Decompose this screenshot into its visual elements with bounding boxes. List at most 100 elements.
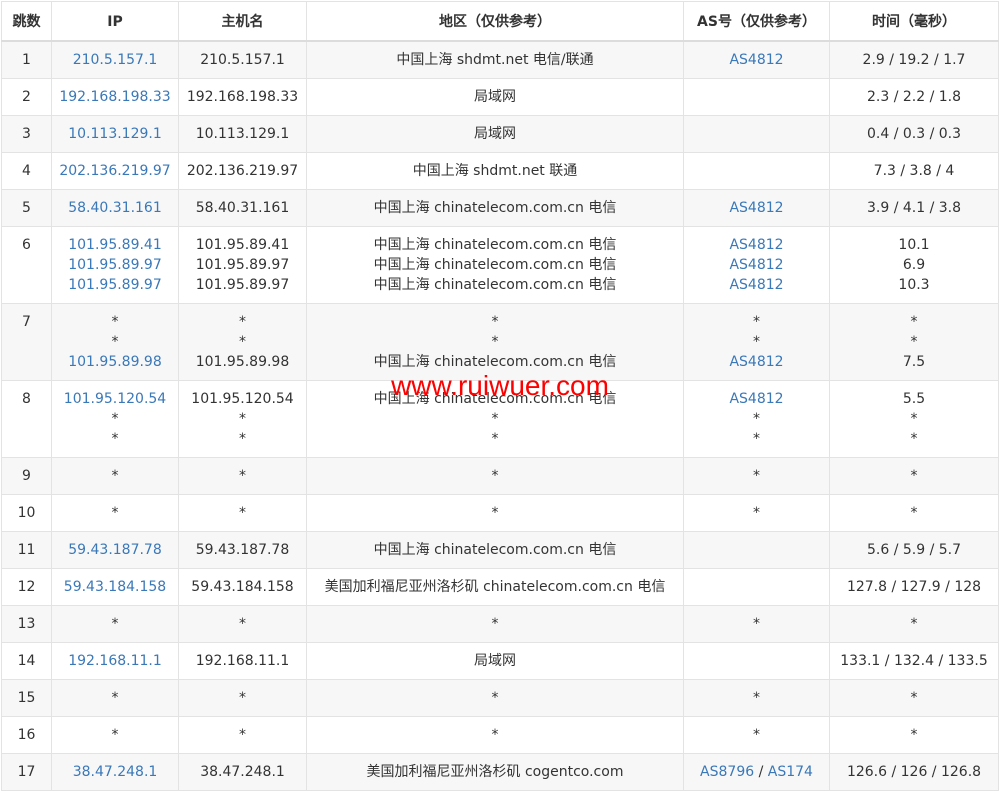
hostname-text: 101.95.120.54 — [191, 391, 294, 407]
as-line: AS4812 — [686, 389, 827, 409]
time-text: 126.6 / 126 / 126.8 — [846, 764, 982, 780]
hop-cell: 4 — [1, 152, 52, 190]
hostname-cell: 10.113.129.1 — [178, 115, 307, 153]
ip-timeout: * — [111, 616, 119, 632]
as-cell — [683, 568, 830, 606]
ip-link[interactable]: 58.40.31.161 — [54, 198, 176, 218]
table-header-row: 跳数 IP 主机名 地区（仅供参考） AS号（仅供参考） 时间（毫秒） — [1, 1, 999, 42]
as-line — [686, 87, 827, 107]
region-text: * — [491, 690, 499, 706]
region-text: 中国上海 chinatelecom.com.cn 电信 — [373, 237, 617, 253]
ip-link[interactable]: 101.95.120.54 — [54, 389, 176, 409]
ip-link[interactable]: 59.43.184.158 — [54, 577, 176, 597]
ip-link[interactable]: 202.136.219.97 — [54, 161, 176, 181]
hop-cell: 10 — [1, 494, 52, 532]
table-row: 13 * * * * * — [1, 605, 999, 643]
ip-timeout: * — [111, 727, 119, 743]
time-cell: 127.8 / 127.9 / 128 — [829, 568, 999, 606]
time-text: 10.3 — [898, 277, 930, 293]
hostname-cell: * — [178, 494, 307, 532]
table-row: 7 * * 101.95.89.98 * * 101.95.89.98 * * 中国上海 chin… — [1, 303, 999, 381]
time-text: * — [910, 616, 918, 632]
region-cell: * — [306, 494, 684, 532]
time-text: * — [910, 468, 918, 484]
as-link[interactable]: AS4812 — [729, 52, 783, 68]
hop-number: 12 — [17, 579, 36, 595]
as-link[interactable]: AS4812 — [729, 391, 783, 407]
hostname-cell: 59.43.187.78 — [178, 531, 307, 569]
region-text: 美国加利福尼亚州洛杉矶 chinatelecom.com.cn 电信 — [324, 579, 666, 595]
ip-link[interactable]: 192.168.11.1 — [54, 651, 176, 671]
ip-link[interactable]: 192.168.198.33 — [54, 87, 176, 107]
time-text: 2.3 / 2.2 / 1.8 — [866, 89, 962, 105]
hop-cell: 9 — [1, 457, 52, 495]
ip-cell: * — [51, 494, 179, 532]
ip-timeout: * — [111, 468, 119, 484]
time-text: 133.1 / 132.4 / 133.5 — [840, 653, 988, 669]
ip-cell: 202.136.219.97 — [51, 152, 179, 190]
ip-cell: 192.168.198.33 — [51, 78, 179, 116]
table-row: 11 59.43.187.78 59.43.187.78 中国上海 chinatele… — [1, 531, 999, 569]
as-line: * — [686, 332, 827, 352]
as-line: AS4812 — [686, 255, 827, 275]
as-link[interactable]: AS4812 — [729, 257, 783, 273]
hop-cell: 1 — [1, 40, 52, 79]
ip-link[interactable]: 101.95.89.97 — [54, 275, 176, 295]
ip-cell: 192.168.11.1 — [51, 642, 179, 680]
ip-link[interactable]: 101.95.89.98 — [54, 352, 176, 372]
hop-number: 1 — [22, 52, 31, 68]
as-cell — [683, 531, 830, 569]
region-text: 中国上海 chinatelecom.com.cn 电信 — [373, 200, 617, 216]
region-text: * — [491, 431, 499, 447]
as-line: * — [686, 409, 827, 429]
region-text: * — [491, 468, 499, 484]
hostname-text: 58.40.31.161 — [195, 200, 290, 216]
hostname-text: * — [239, 411, 246, 427]
hostname-text: * — [239, 690, 246, 706]
ip-link[interactable]: 38.47.248.1 — [54, 762, 176, 782]
as-line: * — [686, 312, 827, 332]
region-text: 中国上海 chinatelecom.com.cn 电信 — [373, 257, 617, 273]
as-link[interactable]: AS174 — [768, 764, 813, 780]
hop-cell: 13 — [1, 605, 52, 643]
hostname-cell: 210.5.157.1 — [178, 40, 307, 79]
hop-cell: 7 — [1, 303, 52, 381]
ip-link[interactable]: 210.5.157.1 — [54, 50, 176, 70]
hostname-cell: * — [178, 605, 307, 643]
time-cell: * — [829, 716, 999, 754]
as-line — [686, 161, 827, 181]
as-line: * — [686, 429, 827, 449]
traceroute-table: 跳数 IP 主机名 地区（仅供参考） AS号（仅供参考） 时间（毫秒） 1 210… — [1, 1, 999, 791]
region-cell: 局域网 — [306, 642, 684, 680]
as-link[interactable]: AS4812 — [729, 277, 783, 293]
ip-link[interactable]: 101.95.89.97 — [54, 255, 176, 275]
hostname-text: 38.47.248.1 — [200, 764, 285, 780]
hostname-text: 10.113.129.1 — [195, 126, 290, 142]
as-link[interactable]: AS4812 — [729, 354, 783, 370]
as-cell — [683, 152, 830, 190]
ip-link[interactable]: 59.43.187.78 — [54, 540, 176, 560]
as-cell: AS4812 — [683, 40, 830, 79]
as-cell: * — [683, 716, 830, 754]
region-cell: * * 中国上海 chinatelecom.com.cn 电信 — [306, 303, 684, 381]
table-row: 14 192.168.11.1 192.168.11.1 局域网 133.1 / 13… — [1, 642, 999, 680]
region-text: * — [491, 314, 499, 330]
time-text: * — [910, 314, 918, 330]
time-text: 6.9 — [902, 257, 926, 273]
as-link[interactable]: AS4812 — [729, 237, 783, 253]
region-text: 局域网 — [474, 126, 516, 142]
as-link[interactable]: AS4812 — [729, 200, 783, 216]
region-cell: 中国上海 chinatelecom.com.cn 电信 — [306, 189, 684, 227]
hop-number: 17 — [17, 764, 36, 780]
header-region: 地区（仅供参考） — [306, 1, 684, 42]
as-cell: * — [683, 605, 830, 643]
ip-link[interactable]: 101.95.89.41 — [54, 235, 176, 255]
as-link[interactable]: AS8796 — [700, 764, 754, 780]
hop-number: 14 — [17, 653, 36, 669]
time-text: * — [910, 431, 918, 447]
hostname-text: 192.168.11.1 — [195, 653, 290, 669]
ip-link[interactable]: 10.113.129.1 — [54, 124, 176, 144]
as-line — [686, 577, 827, 597]
hostname-text: * — [239, 431, 246, 447]
hop-number: 9 — [22, 468, 31, 484]
